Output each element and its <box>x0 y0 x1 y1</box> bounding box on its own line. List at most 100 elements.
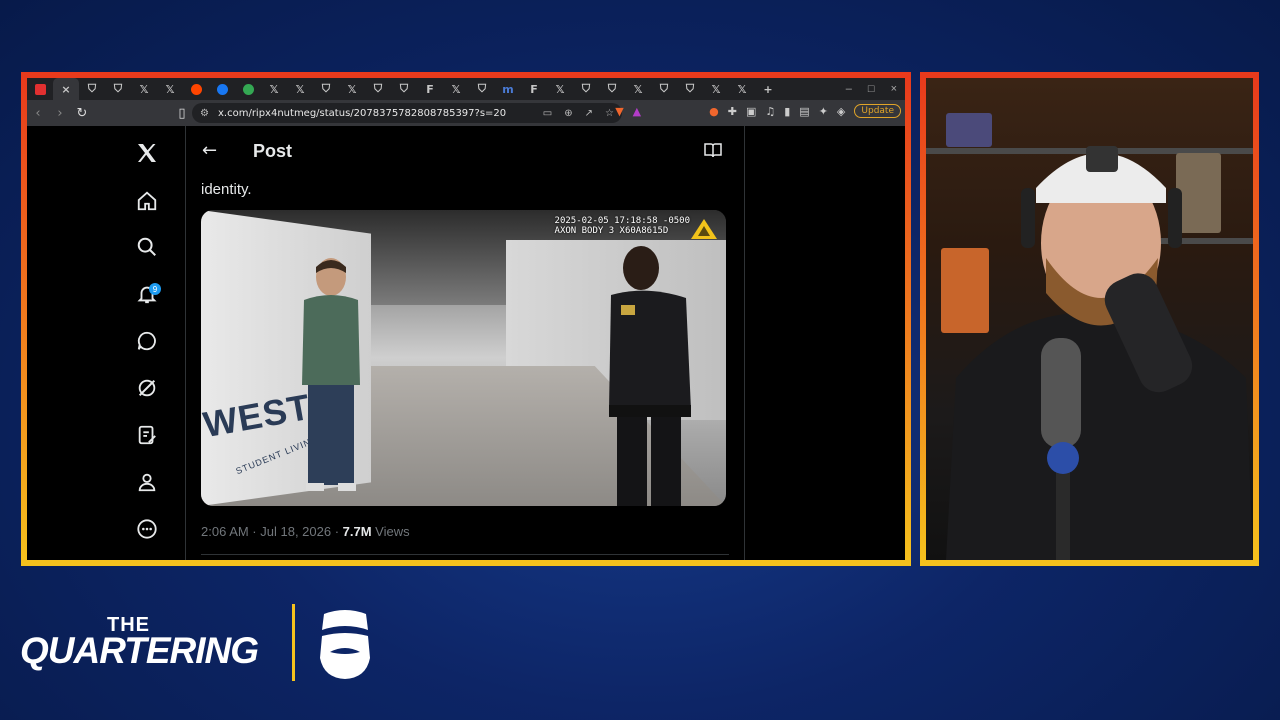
x-page: 9 ← Post identity. WEST STUDENT LIVING 2… <box>27 126 905 560</box>
post-meta: 2:06 AM · Jul 18, 2026 · 7.7M Views <box>201 524 410 539</box>
x-icon: 𝕏 <box>347 82 357 96</box>
search-icon[interactable] <box>129 232 165 262</box>
url-text: x.com/ripx4nutmeg/status/207837578280878… <box>218 107 507 119</box>
lists-icon[interactable] <box>129 420 165 450</box>
tab-close-icon[interactable]: × <box>53 78 79 100</box>
zoom-icon[interactable]: ⊕ <box>564 108 572 119</box>
x-icon: 𝕏 <box>165 82 175 96</box>
extensions-area: ▼ ▲ ● ✚ ▣ ♫ ▮ ▤ ✦ ◈ Update <box>615 104 901 118</box>
minimize-button[interactable]: – <box>846 83 852 95</box>
tab-f-icon[interactable]: F <box>521 78 547 100</box>
logo-wordmark: QUARTERING <box>20 630 259 671</box>
opera-icon <box>34 83 46 95</box>
post-timestamp[interactable]: 2:06 AM · Jul 18, 2026 · <box>201 524 343 539</box>
tab-shield-icon[interactable]: ⛉ <box>677 78 703 100</box>
vpn-icon[interactable]: ◈ <box>837 105 845 118</box>
tab-x-icon[interactable]: 𝕏 <box>547 78 573 100</box>
window-controls: – □ × <box>846 83 905 95</box>
profile-icon[interactable] <box>129 467 165 497</box>
tab-x-icon[interactable]: 𝕏 <box>131 78 157 100</box>
tab-shield-icon[interactable]: ⛉ <box>391 78 417 100</box>
sidebar-icon[interactable]: ▮ <box>784 105 790 118</box>
video-person <box>302 258 360 491</box>
site-info-icon[interactable]: ⚙ <box>200 108 209 119</box>
post-column: ← Post identity. WEST STUDENT LIVING 202… <box>185 126 745 560</box>
shield-icon: ⛉ <box>87 82 97 95</box>
x-icon: 𝕏 <box>139 82 149 96</box>
address-bar[interactable]: ⚙ x.com/ripx4nutmeg/status/2078375782808… <box>192 103 622 123</box>
close-icon: × <box>61 82 71 96</box>
facebook-icon <box>216 83 228 95</box>
puzzle-icon[interactable]: ✚ <box>728 105 737 118</box>
tab-reddit-icon[interactable] <box>183 78 209 100</box>
rewards-icon[interactable]: ▲ <box>633 105 641 118</box>
tab-shield-icon[interactable]: ⛉ <box>105 78 131 100</box>
webcam-background <box>926 78 1253 560</box>
reddit-icon <box>190 83 202 95</box>
extension-icon[interactable]: ● <box>709 105 719 118</box>
update-button[interactable]: Update <box>854 104 901 118</box>
brave-shield-icon[interactable]: ▼ <box>615 105 623 118</box>
screenshot-icon[interactable]: ▣ <box>746 105 756 118</box>
more-icon[interactable] <box>129 514 165 544</box>
tab-shield-icon[interactable]: ⛉ <box>651 78 677 100</box>
tab-plus-icon[interactable]: + <box>755 78 781 100</box>
tab-shield-icon[interactable]: ⛉ <box>365 78 391 100</box>
tab-x-icon[interactable]: 𝕏 <box>625 78 651 100</box>
views-label: Views <box>371 524 410 539</box>
tab-facebook-icon[interactable] <box>209 78 235 100</box>
bookmark-star-icon[interactable]: ☆ <box>605 108 614 119</box>
tab-shield-icon[interactable]: ⛉ <box>599 78 625 100</box>
tab-m-icon[interactable]: m <box>495 78 521 100</box>
leo-icon[interactable]: ✦ <box>819 105 828 118</box>
browser-window: × ⛉ ⛉ 𝕏 𝕏 𝕏 𝕏 ⛉ 𝕏 ⛉ ⛉ F 𝕏 ⛉ m F 𝕏 ⛉ ⛉ 𝕏 ⛉ ⛉ 𝕏 𝕏 + – □ × ‹ › ↻ ▯ ⚙ x… <box>27 78 905 560</box>
logo-divider <box>292 604 295 681</box>
page-title: Post <box>253 141 293 161</box>
post-header: ← Post <box>186 126 744 176</box>
tab-shield-icon[interactable]: ⛉ <box>573 78 599 100</box>
tab-shield-icon[interactable]: ⛉ <box>79 78 105 100</box>
tab-x-icon[interactable]: 𝕏 <box>157 78 183 100</box>
reader-mode-icon[interactable] <box>704 142 722 163</box>
tab-shield-icon[interactable]: ⛉ <box>469 78 495 100</box>
tab-x-icon[interactable]: 𝕏 <box>287 78 313 100</box>
music-icon[interactable]: ♫ <box>765 105 775 118</box>
x-icon: 𝕏 <box>269 82 279 96</box>
post-video[interactable]: WEST STUDENT LIVING 2025-02-05 17:18:58 … <box>201 210 726 506</box>
shield-icon: ⛉ <box>477 82 487 95</box>
messages-icon[interactable] <box>129 326 165 356</box>
tab-x-icon[interactable]: 𝕏 <box>261 78 287 100</box>
forward-button[interactable]: › <box>49 106 71 121</box>
tab-google-icon[interactable] <box>235 78 261 100</box>
tab-x-icon[interactable]: 𝕏 <box>703 78 729 100</box>
tab-f-icon[interactable]: F <box>417 78 443 100</box>
close-window-button[interactable]: × <box>891 83 897 95</box>
axon-logo-icon <box>691 219 717 239</box>
address-bar-actions: ▭ ⊕ ↗ ☆ <box>543 108 622 119</box>
back-arrow-icon[interactable]: ← <box>202 140 217 161</box>
x-icon: 𝕏 <box>737 82 747 96</box>
notification-badge: 9 <box>149 283 161 295</box>
webcam-feed <box>926 78 1253 560</box>
cast-icon[interactable]: ▭ <box>543 108 552 119</box>
x-logo-icon[interactable] <box>129 138 165 168</box>
tab-bar: × ⛉ ⛉ 𝕏 𝕏 𝕏 𝕏 ⛉ 𝕏 ⛉ ⛉ F 𝕏 ⛉ m F 𝕏 ⛉ ⛉ 𝕏 ⛉ ⛉ 𝕏 𝕏 + – □ × <box>27 78 905 100</box>
tab-x-icon[interactable]: 𝕏 <box>339 78 365 100</box>
tab-opera-icon[interactable] <box>27 78 53 100</box>
back-button[interactable]: ‹ <box>27 106 49 121</box>
webcam-frame <box>920 72 1259 566</box>
bookmark-icon[interactable]: ▯ <box>171 106 193 121</box>
maximize-button[interactable]: □ <box>868 83 875 95</box>
tab-x-icon[interactable]: 𝕏 <box>443 78 469 100</box>
notifications-icon[interactable]: 9 <box>129 279 165 309</box>
grok-icon[interactable] <box>129 373 165 403</box>
shield-icon: ⛉ <box>113 82 123 95</box>
tab-x-icon[interactable]: 𝕏 <box>729 78 755 100</box>
google-icon <box>242 83 254 95</box>
plus-icon: + <box>763 82 773 96</box>
tab-shield-icon[interactable]: ⛉ <box>313 78 339 100</box>
reload-button[interactable]: ↻ <box>71 106 93 121</box>
wallet-icon[interactable]: ▤ <box>799 105 809 118</box>
share-icon[interactable]: ↗ <box>585 108 593 119</box>
home-icon[interactable] <box>129 186 165 216</box>
